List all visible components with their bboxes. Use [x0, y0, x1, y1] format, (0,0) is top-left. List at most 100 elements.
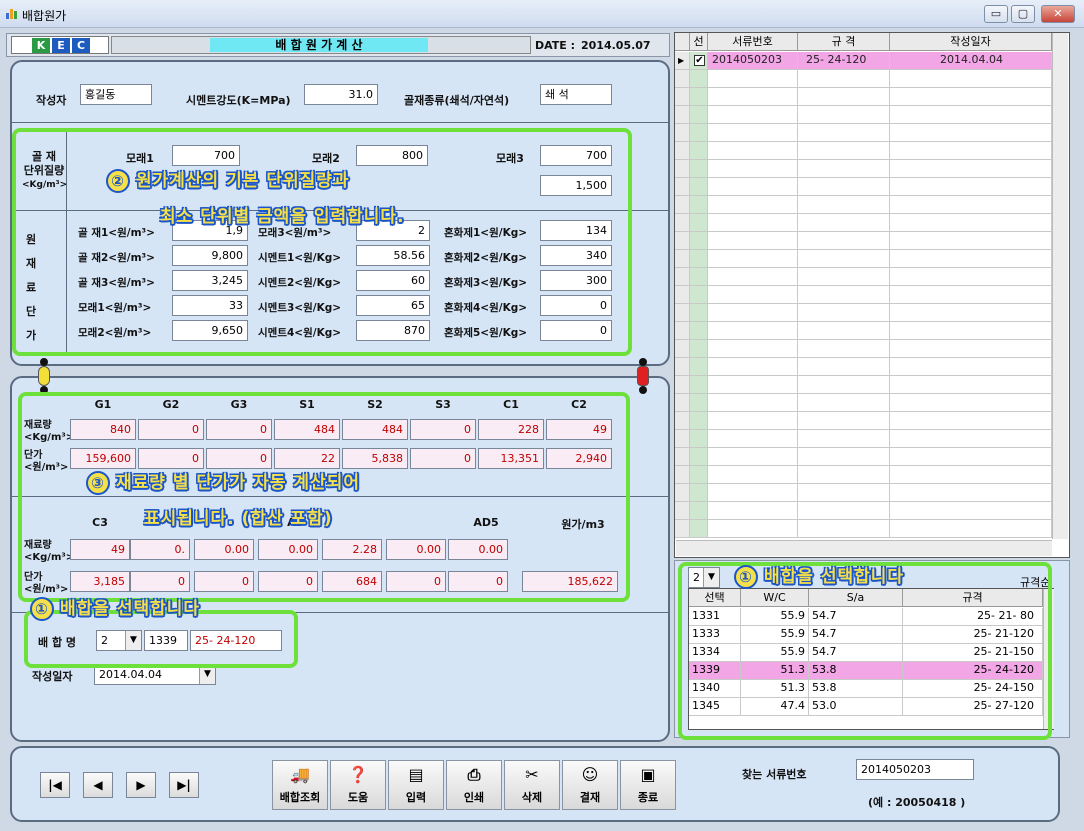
doc-grid-cell[interactable]	[708, 106, 798, 124]
strength-field[interactable]: 31.0	[304, 84, 378, 105]
doc-grid-cell[interactable]	[798, 106, 890, 124]
doc-grid-cell[interactable]	[890, 268, 1052, 286]
doc-grid-cell[interactable]	[708, 484, 798, 502]
doc-grid-check-cell[interactable]	[690, 286, 708, 304]
author-field[interactable]: 홍길동	[80, 84, 152, 105]
doc-grid-cell[interactable]	[708, 232, 798, 250]
doc-grid-hscrollbar[interactable]	[676, 540, 1052, 556]
doc-grid-check-cell[interactable]	[690, 268, 708, 286]
doc-grid-cell[interactable]	[890, 412, 1052, 430]
doc-grid-cell[interactable]	[798, 412, 890, 430]
doc-grid-cell[interactable]	[708, 214, 798, 232]
doc-grid-cell[interactable]	[798, 502, 890, 520]
doc-grid-cell[interactable]	[798, 142, 890, 160]
doc-grid-cell[interactable]	[708, 124, 798, 142]
doc-grid-cell[interactable]	[708, 448, 798, 466]
doc-grid-check-cell[interactable]	[690, 88, 708, 106]
doc-grid-cell[interactable]	[798, 340, 890, 358]
exit-button[interactable]: ▣ 종료	[620, 760, 676, 810]
doc-grid-cell[interactable]	[708, 196, 798, 214]
doc-grid-cell[interactable]	[890, 142, 1052, 160]
minimize-button[interactable]: ▭	[984, 5, 1008, 23]
doc-grid-header[interactable]: 서류번호	[708, 33, 798, 51]
doc-grid-cell[interactable]	[890, 394, 1052, 412]
doc-grid-cell[interactable]	[890, 286, 1052, 304]
doc-grid-check-cell[interactable]	[690, 520, 708, 538]
doc-grid-cell[interactable]	[798, 448, 890, 466]
doc-grid-cell[interactable]	[798, 196, 890, 214]
print-button[interactable]: ⎙ 인쇄	[446, 760, 502, 810]
doc-grid-cell[interactable]	[708, 304, 798, 322]
doc-grid-cell[interactable]	[890, 124, 1052, 142]
doc-grid-cell[interactable]	[708, 142, 798, 160]
search-doc-field[interactable]: 2014050203	[856, 759, 974, 780]
input-button[interactable]: ▤ 입력	[388, 760, 444, 810]
close-button[interactable]: ✕	[1041, 5, 1075, 23]
doc-grid-check-cell[interactable]	[690, 466, 708, 484]
doc-grid-header[interactable]: 규 격	[798, 33, 890, 51]
prev-record-button[interactable]: ◀	[83, 772, 113, 798]
doc-grid-cell[interactable]	[798, 304, 890, 322]
doc-grid-check-cell[interactable]	[690, 448, 708, 466]
doc-grid-cell[interactable]	[708, 160, 798, 178]
doc-grid-header[interactable]: 작성일자	[890, 33, 1052, 51]
doc-grid-cell[interactable]	[890, 376, 1052, 394]
doc-grid-cell[interactable]	[798, 178, 890, 196]
doc-grid-cell[interactable]	[798, 358, 890, 376]
doc-grid-cell[interactable]	[798, 394, 890, 412]
mix-query-button[interactable]: 🚚 배합조회	[272, 760, 328, 810]
doc-grid-check-cell[interactable]	[690, 106, 708, 124]
doc-grid-check-cell[interactable]	[690, 340, 708, 358]
approve-button[interactable]: ☺ 결재	[562, 760, 618, 810]
doc-grid-cell[interactable]	[708, 178, 798, 196]
doc-grid-cell[interactable]	[890, 466, 1052, 484]
doc-grid-cell[interactable]	[890, 214, 1052, 232]
doc-grid-cell[interactable]	[890, 340, 1052, 358]
doc-grid-cell[interactable]	[708, 250, 798, 268]
doc-grid-cell[interactable]	[708, 430, 798, 448]
doc-grid-cell[interactable]	[708, 322, 798, 340]
doc-grid-check-cell[interactable]	[690, 178, 708, 196]
doc-grid-cell[interactable]	[798, 160, 890, 178]
doc-grid-check-cell[interactable]	[690, 430, 708, 448]
doc-grid-cell[interactable]	[798, 214, 890, 232]
doc-grid-check-cell[interactable]	[690, 250, 708, 268]
doc-grid-cell[interactable]	[798, 70, 890, 88]
doc-grid-check-cell[interactable]	[690, 304, 708, 322]
doc-grid-cell[interactable]	[890, 106, 1052, 124]
doc-grid-check-cell[interactable]	[690, 484, 708, 502]
doc-grid-cell[interactable]	[798, 322, 890, 340]
doc-grid-cell[interactable]	[798, 376, 890, 394]
doc-grid-cell[interactable]	[708, 412, 798, 430]
doc-grid-check-cell[interactable]	[690, 232, 708, 250]
doc-grid-cell[interactable]	[798, 232, 890, 250]
doc-grid-check-cell[interactable]	[690, 412, 708, 430]
delete-button[interactable]: ✂ 삭제	[504, 760, 560, 810]
doc-grid-cell[interactable]	[708, 268, 798, 286]
doc-grid-cell[interactable]	[798, 250, 890, 268]
doc-grid-cell[interactable]	[708, 286, 798, 304]
doc-grid-cell[interactable]	[708, 88, 798, 106]
doc-grid-cell[interactable]	[890, 232, 1052, 250]
doc-grid-cell[interactable]	[798, 520, 890, 538]
doc-grid-check-cell[interactable]	[690, 160, 708, 178]
doc-grid-check-cell[interactable]	[690, 394, 708, 412]
doc-grid-check-cell[interactable]	[690, 322, 708, 340]
doc-grid-cell[interactable]	[798, 88, 890, 106]
doc-grid-cell[interactable]	[708, 502, 798, 520]
doc-grid-check-cell[interactable]	[690, 70, 708, 88]
doc-grid-cell[interactable]	[890, 484, 1052, 502]
last-record-button[interactable]: ▶|	[169, 772, 199, 798]
doc-grid-cell[interactable]	[890, 250, 1052, 268]
maximize-button[interactable]: ▢	[1011, 5, 1035, 23]
doc-grid-cell[interactable]	[890, 178, 1052, 196]
doc-grid-check-cell[interactable]	[690, 502, 708, 520]
doc-grid-cell[interactable]	[890, 160, 1052, 178]
aggregate-field[interactable]: 쇄 석	[540, 84, 612, 105]
doc-grid-cell[interactable]	[708, 466, 798, 484]
doc-grid-scrollbar[interactable]	[1052, 33, 1068, 539]
doc-grid-check-cell[interactable]	[690, 376, 708, 394]
next-record-button[interactable]: ▶	[126, 772, 156, 798]
doc-grid-cell[interactable]	[798, 466, 890, 484]
doc-grid-cell[interactable]	[798, 268, 890, 286]
